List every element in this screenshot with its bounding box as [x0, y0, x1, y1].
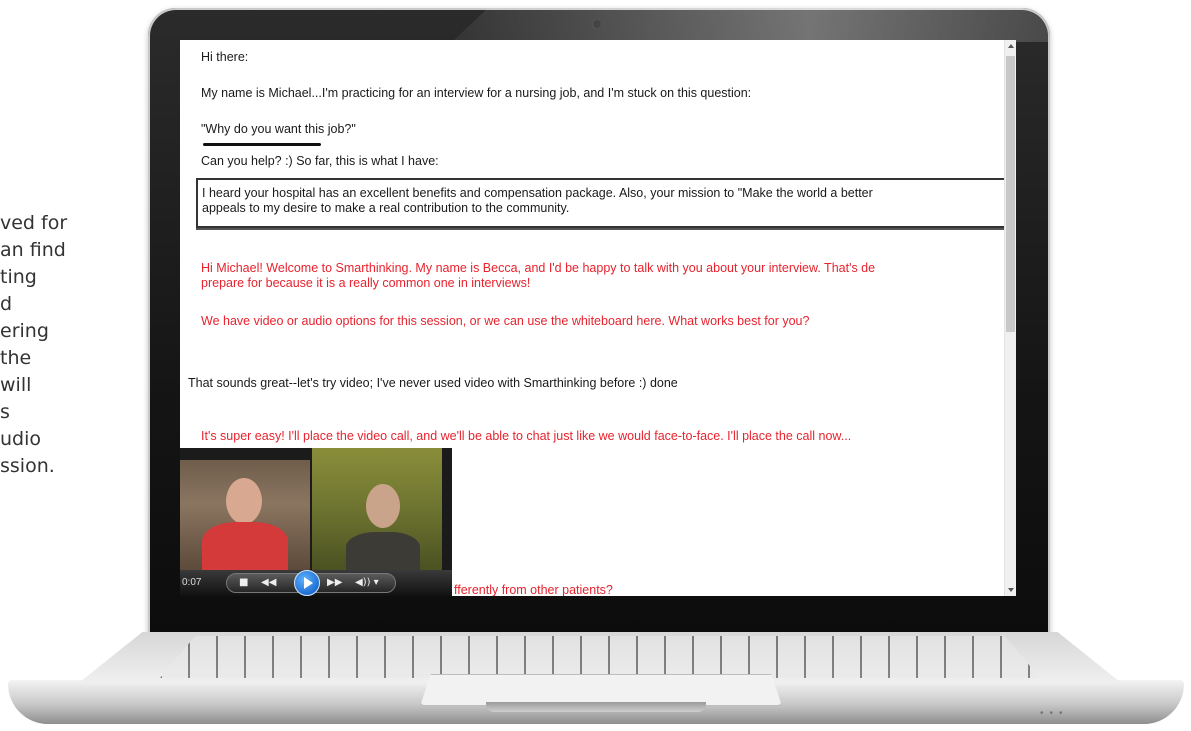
- tutor-options-message: We have video or audio options for this …: [201, 314, 810, 328]
- stop-icon[interactable]: ■: [239, 577, 248, 588]
- caption-line: d: [0, 293, 13, 315]
- caption-line: will: [0, 374, 32, 396]
- play-icon[interactable]: [294, 570, 320, 596]
- tutor-question-cut-off: fferently from other patients?: [454, 583, 613, 596]
- chat-scrollbar[interactable]: [1004, 40, 1016, 596]
- rewind-icon[interactable]: ◀◀: [261, 577, 276, 588]
- draft-answer-line: appeals to my desire to make a real cont…: [202, 201, 570, 215]
- caption-line: ering: [0, 320, 49, 342]
- chat-greeting: Hi there:: [201, 50, 249, 64]
- student-video-feed: [312, 448, 442, 570]
- caption-line: ved for: [0, 212, 68, 234]
- caption-line: ting: [0, 266, 37, 288]
- chat-help-request: Can you help? :) So far, this is what I …: [201, 154, 439, 168]
- draft-answer-line: I heard your hospital has an excellent b…: [202, 186, 873, 200]
- chat-screen: Hi there: My name is Michael...I'm pract…: [180, 40, 1016, 596]
- student-shirt: [346, 532, 420, 570]
- webcam-icon: [593, 20, 601, 28]
- scrollbar-thumb[interactable]: [1006, 56, 1015, 332]
- video-controls: 0:07 ■ ◀◀ ▶▶ ◀)) ▾: [180, 570, 452, 596]
- tutor-welcome-line: Hi Michael! Welcome to Smarthinking. My …: [201, 261, 876, 275]
- laptop-keyboard: [160, 636, 1040, 678]
- student-face: [366, 484, 400, 528]
- scroll-down-icon[interactable]: [1008, 588, 1014, 592]
- caption-line: the: [0, 347, 32, 369]
- tutor-face: [226, 478, 262, 524]
- draft-answer-box: I heard your hospital has an excellent b…: [196, 178, 1016, 228]
- video-player[interactable]: 0:07 ■ ◀◀ ▶▶ ◀)) ▾: [180, 448, 452, 596]
- tutor-video-feed: [180, 460, 310, 570]
- tutor-call-message: It's super easy! I'll place the video ca…: [201, 429, 852, 443]
- side-caption: ved for an find ting d ering the will s …: [0, 210, 120, 480]
- fast-forward-icon[interactable]: ▶▶: [327, 577, 342, 588]
- caption-line: udio: [0, 428, 42, 450]
- video-timestamp: 0:07: [182, 577, 202, 588]
- caption-line: s: [0, 401, 10, 423]
- caption-line: ssion.: [0, 455, 55, 477]
- volume-icon[interactable]: ◀)) ▾: [355, 577, 379, 588]
- tutor-shirt: [202, 522, 288, 570]
- lid-reflection: [452, 8, 1048, 42]
- status-lights-icon: •••: [1040, 708, 1069, 719]
- scroll-up-icon[interactable]: [1008, 44, 1014, 48]
- student-reply-message: That sounds great--let's try video; I've…: [188, 376, 678, 390]
- tutor-welcome-line: prepare for because it is a really commo…: [201, 276, 531, 290]
- laptop-opening-notch: [486, 702, 706, 712]
- caption-line: an find: [0, 239, 66, 261]
- tutor-welcome-message: Hi Michael! Welcome to Smarthinking. My …: [201, 261, 875, 291]
- question-underline: [203, 143, 321, 146]
- chat-question: "Why do you want this job?": [201, 122, 356, 136]
- chat-intro: My name is Michael...I'm practicing for …: [201, 86, 752, 100]
